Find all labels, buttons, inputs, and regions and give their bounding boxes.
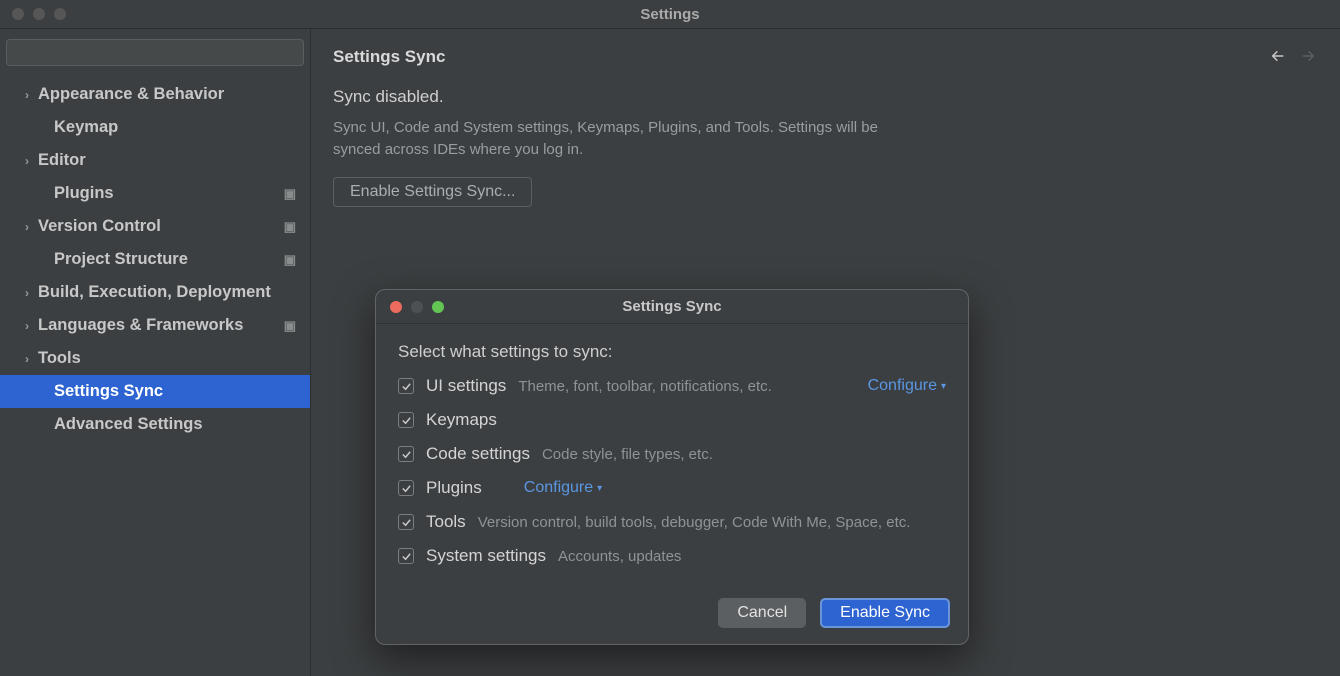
checkbox-system-settings[interactable] <box>398 548 414 564</box>
sidebar-item-appearance-behavior[interactable]: › Appearance & Behavior <box>0 78 310 111</box>
enable-sync-button[interactable]: Enable Sync <box>820 598 950 628</box>
sidebar-item-keymap[interactable]: Keymap <box>0 111 310 144</box>
sidebar-item-tools[interactable]: › Tools <box>0 342 310 375</box>
sidebar-item-label: Version Control <box>38 217 161 236</box>
project-scope-icon: ▣ <box>284 186 296 202</box>
option-row-keymaps: Keymaps <box>398 410 946 430</box>
enable-settings-sync-button[interactable]: Enable Settings Sync... <box>333 177 532 207</box>
checkbox-keymaps[interactable] <box>398 412 414 428</box>
sidebar-item-advanced-settings[interactable]: Advanced Settings <box>0 408 310 441</box>
sidebar-item-build-execution-deployment[interactable]: › Build, Execution, Deployment <box>0 276 310 309</box>
window-controls <box>0 8 66 20</box>
sync-description-text: Sync UI, Code and System settings, Keyma… <box>333 117 913 161</box>
chevron-right-icon: › <box>20 319 34 333</box>
option-hint: Accounts, updates <box>558 548 681 565</box>
settings-search-input[interactable] <box>6 39 304 66</box>
configure-ui-settings-link[interactable]: Configure ▾ <box>868 377 946 395</box>
option-hint: Version control, build tools, debugger, … <box>478 514 911 531</box>
sidebar-item-label: Advanced Settings <box>54 415 203 434</box>
option-row-plugins: Plugins Configure ▾ <box>398 478 946 498</box>
sidebar-item-plugins[interactable]: Plugins ▣ <box>0 177 310 210</box>
sidebar-item-label: Languages & Frameworks <box>38 316 243 335</box>
option-hint: Theme, font, toolbar, notifications, etc… <box>518 378 771 395</box>
option-row-tools: Tools Version control, build tools, debu… <box>398 512 946 532</box>
window-titlebar: Settings <box>0 0 1340 28</box>
project-scope-icon: ▣ <box>284 252 296 268</box>
sidebar-item-version-control[interactable]: › Version Control ▣ <box>0 210 310 243</box>
sidebar-item-label: Keymap <box>54 118 118 137</box>
configure-plugins-link[interactable]: Configure ▾ <box>524 479 602 497</box>
sidebar-item-label: Appearance & Behavior <box>38 85 224 104</box>
sidebar-item-label: Tools <box>38 349 81 368</box>
settings-sync-dialog: Settings Sync Select what settings to sy… <box>375 289 969 645</box>
settings-sidebar: › Appearance & Behavior Keymap › Editor … <box>0 29 311 676</box>
window-close-button[interactable] <box>12 8 24 20</box>
window-minimize-button[interactable] <box>33 8 45 20</box>
sidebar-item-label: Project Structure <box>54 250 188 269</box>
settings-tree: › Appearance & Behavior Keymap › Editor … <box>0 74 310 441</box>
sidebar-item-languages-frameworks[interactable]: › Languages & Frameworks ▣ <box>0 309 310 342</box>
option-hint: Code style, file types, etc. <box>542 446 713 463</box>
sync-status-text: Sync disabled. <box>333 87 1318 107</box>
chevron-down-icon: ▾ <box>597 483 602 494</box>
window-title: Settings <box>640 6 699 23</box>
chevron-right-icon: › <box>20 220 34 234</box>
chevron-right-icon: › <box>20 286 34 300</box>
chevron-right-icon: › <box>20 88 34 102</box>
option-row-ui-settings: UI settings Theme, font, toolbar, notifi… <box>398 376 946 396</box>
option-label: System settings <box>426 546 546 566</box>
option-label: Keymaps <box>426 410 497 430</box>
option-row-code-settings: Code settings Code style, file types, et… <box>398 444 946 464</box>
page-title: Settings Sync <box>333 47 445 67</box>
option-label: Code settings <box>426 444 530 464</box>
chevron-right-icon: › <box>20 154 34 168</box>
checkbox-plugins[interactable] <box>398 480 414 496</box>
dialog-minimize-button <box>411 301 423 313</box>
sidebar-item-label: Plugins <box>54 184 114 203</box>
project-scope-icon: ▣ <box>284 219 296 235</box>
dialog-heading: Select what settings to sync: <box>398 342 946 362</box>
sidebar-item-editor[interactable]: › Editor <box>0 144 310 177</box>
window-zoom-button[interactable] <box>54 8 66 20</box>
checkbox-ui-settings[interactable] <box>398 378 414 394</box>
checkbox-code-settings[interactable] <box>398 446 414 462</box>
sidebar-item-project-structure[interactable]: Project Structure ▣ <box>0 243 310 276</box>
history-forward-button <box>1298 48 1318 67</box>
option-label: Tools <box>426 512 466 532</box>
chevron-right-icon: › <box>20 352 34 366</box>
option-label: Plugins <box>426 478 482 498</box>
dialog-close-button[interactable] <box>390 301 402 313</box>
sidebar-item-label: Editor <box>38 151 86 170</box>
dialog-zoom-button[interactable] <box>432 301 444 313</box>
cancel-button[interactable]: Cancel <box>718 598 806 628</box>
project-scope-icon: ▣ <box>284 318 296 334</box>
option-row-system-settings: System settings Accounts, updates <box>398 546 946 566</box>
history-back-button[interactable] <box>1268 48 1288 67</box>
sidebar-item-label: Build, Execution, Deployment <box>38 283 271 302</box>
chevron-down-icon: ▾ <box>941 381 946 392</box>
sidebar-item-settings-sync[interactable]: Settings Sync <box>0 375 310 408</box>
dialog-title: Settings Sync <box>622 298 721 315</box>
sidebar-item-label: Settings Sync <box>54 382 163 401</box>
dialog-titlebar: Settings Sync <box>376 290 968 324</box>
checkbox-tools[interactable] <box>398 514 414 530</box>
option-label: UI settings <box>426 376 506 396</box>
